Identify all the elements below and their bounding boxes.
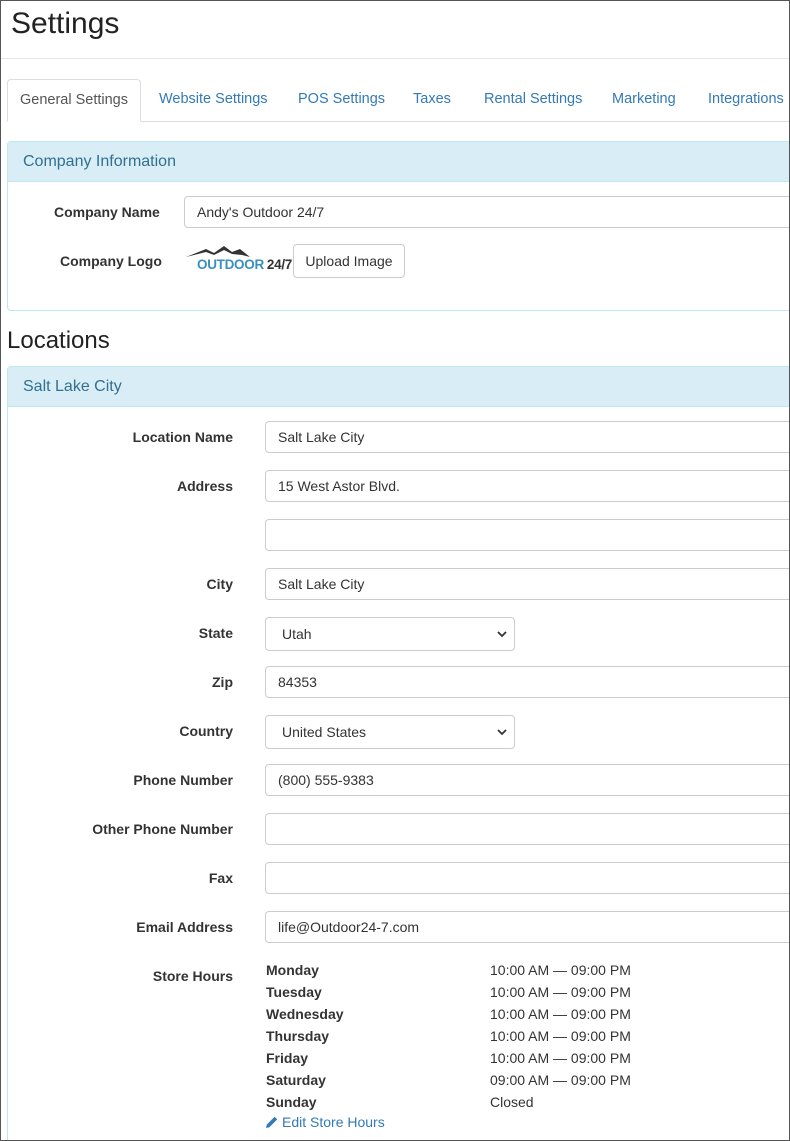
settings-tabs: General Settings Website Settings POS Se…	[7, 79, 789, 122]
hours-day-saturday: Saturday	[266, 1072, 326, 1088]
page-title: Settings	[11, 7, 120, 40]
company-logo: OUTDOOR 24/7	[184, 244, 292, 274]
hours-time-tuesday: 10:00 AM — 09:00 PM	[490, 984, 631, 1000]
address-label: Address	[176, 478, 233, 494]
pencil-icon	[266, 1115, 279, 1128]
zip-input[interactable]: 84353	[265, 666, 789, 698]
hours-day-tuesday: Tuesday	[266, 984, 322, 1000]
tab-marketing[interactable]: Marketing	[612, 79, 676, 120]
chevron-down-icon	[497, 729, 507, 736]
location-name-input[interactable]: Salt Lake City	[265, 421, 789, 453]
country-selected-value: United States	[282, 724, 367, 740]
logo-wordmark: OUTDOOR 24/7	[197, 257, 292, 272]
phone-number-label: Phone Number	[133, 772, 233, 788]
country-select[interactable]: United States	[265, 715, 515, 749]
zip-label: Zip	[212, 674, 233, 690]
address-line1-input[interactable]: 15 West Astor Blvd.	[265, 470, 789, 502]
store-hours-label: Store Hours	[152, 968, 233, 984]
hours-day-friday: Friday	[266, 1050, 309, 1066]
hours-time-saturday: 09:00 AM — 09:00 PM	[490, 1072, 631, 1088]
locations-title: Locations	[7, 327, 110, 354]
hours-time-friday: 10:00 AM — 09:00 PM	[490, 1050, 631, 1066]
tab-taxes[interactable]: Taxes	[413, 79, 451, 120]
fax-input[interactable]	[265, 862, 789, 894]
other-phone-number-input[interactable]	[265, 813, 789, 845]
city-input[interactable]: Salt Lake City	[265, 568, 789, 600]
edit-store-hours-label: Edit Store Hours	[282, 1114, 385, 1130]
country-label: Country	[179, 723, 233, 739]
company-information-heading: Company Information	[8, 142, 789, 182]
tab-integrations[interactable]: Integrations	[708, 79, 784, 120]
address-line2-input[interactable]	[265, 519, 789, 551]
other-phone-number-label: Other Phone Number	[92, 821, 233, 837]
upload-image-button[interactable]: Upload Image	[293, 244, 405, 278]
tab-rental-settings[interactable]: Rental Settings	[484, 79, 582, 120]
city-label: City	[206, 576, 233, 592]
phone-number-input[interactable]: (800) 555-9383	[265, 764, 789, 796]
email-address-input[interactable]: life@Outdoor24-7.com	[265, 911, 789, 943]
hours-time-monday: 10:00 AM — 09:00 PM	[490, 962, 631, 978]
mountain-logo-icon	[186, 246, 250, 257]
hours-day-monday: Monday	[266, 962, 319, 978]
company-name-input[interactable]: Andy's Outdoor 24/7	[184, 196, 789, 228]
state-select[interactable]: Utah	[265, 617, 515, 651]
title-divider	[1, 58, 789, 59]
fax-label: Fax	[208, 870, 233, 886]
state-label: State	[198, 625, 233, 641]
location-heading: Salt Lake City	[8, 367, 789, 407]
hours-time-sunday: Closed	[490, 1094, 534, 1110]
tab-general-settings[interactable]: General Settings	[7, 79, 141, 122]
hours-time-thursday: 10:00 AM — 09:00 PM	[490, 1028, 631, 1044]
tab-pos-settings[interactable]: POS Settings	[298, 79, 385, 120]
hours-day-thursday: Thursday	[266, 1028, 330, 1044]
hours-day-sunday: Sunday	[266, 1094, 317, 1110]
location-name-label: Location Name	[132, 429, 233, 445]
state-selected-value: Utah	[282, 626, 312, 642]
company-name-label: Company Name	[54, 204, 160, 220]
email-address-label: Email Address	[136, 919, 233, 935]
tab-website-settings[interactable]: Website Settings	[159, 79, 268, 120]
company-logo-label: Company Logo	[60, 253, 162, 269]
hours-day-wednesday: Wednesday	[266, 1006, 344, 1022]
hours-time-wednesday: 10:00 AM — 09:00 PM	[490, 1006, 631, 1022]
chevron-down-icon	[497, 631, 507, 638]
edit-store-hours-link[interactable]: Edit Store Hours	[265, 1114, 385, 1130]
settings-page: Settings General Settings Website Settin…	[0, 0, 790, 1141]
